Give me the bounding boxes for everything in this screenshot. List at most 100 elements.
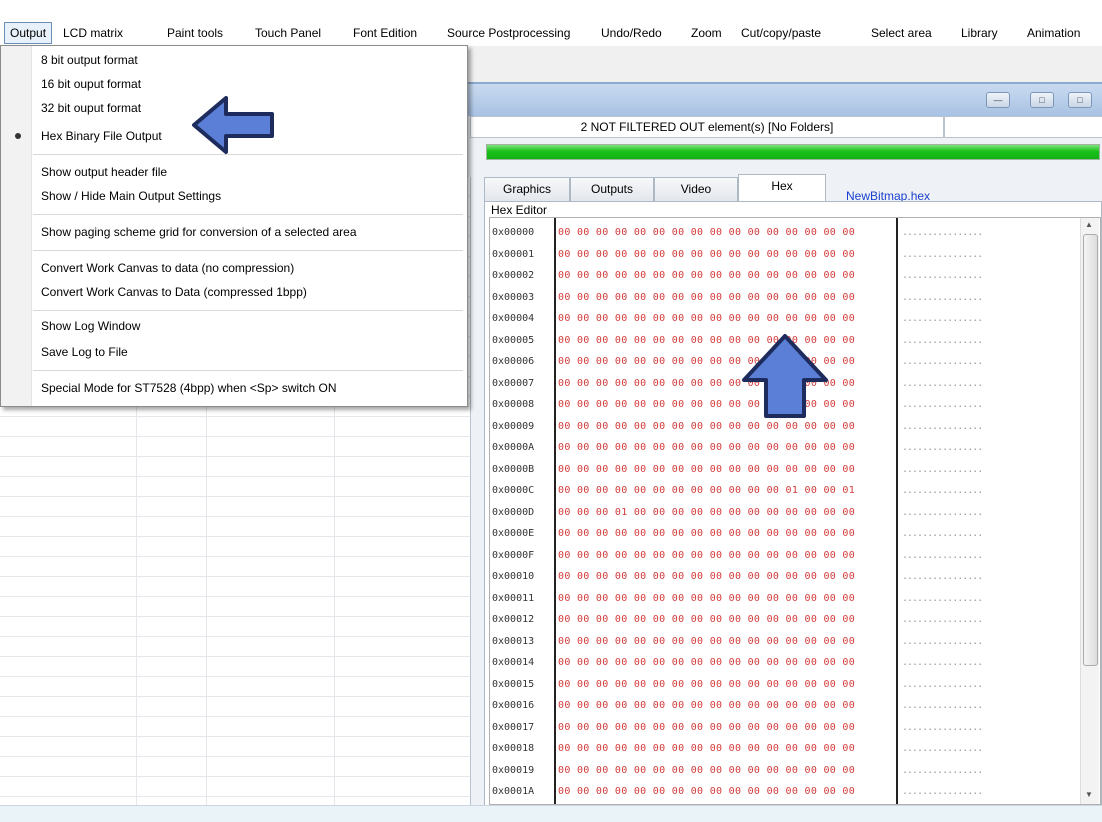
- hex-bytes[interactable]: 00 00 00 00 00 00 00 00 00 00 00 00 00 0…: [558, 738, 855, 759]
- hex-address: 0x00004: [492, 313, 535, 324]
- hex-ascii: ................: [902, 248, 983, 260]
- menu-select-area[interactable]: Select area: [866, 23, 937, 43]
- menu-font-edition[interactable]: Font Edition: [348, 23, 422, 43]
- menu-zoom[interactable]: Zoom: [686, 23, 727, 43]
- hex-bytes[interactable]: 00 00 00 00 00 00 00 00 00 00 00 00 00 0…: [558, 588, 855, 609]
- hex-bytes[interactable]: 00 00 00 00 00 00 00 00 00 00 00 00 00 0…: [558, 459, 855, 480]
- hex-ascii: ................: [902, 678, 983, 690]
- tab-hex[interactable]: Hex: [738, 174, 826, 202]
- hex-scrollbar[interactable]: ▲ ▼: [1080, 218, 1099, 804]
- status-bar: [0, 805, 1102, 822]
- hex-bytes[interactable]: 00 00 00 00 00 00 00 00 00 00 00 00 00 0…: [558, 308, 855, 329]
- minimize-icon[interactable]: —: [986, 92, 1010, 108]
- hex-ascii: ................: [902, 786, 983, 797]
- hex-panel: Hex Editor 0x00000 00 00 00 00 00 00 00 0…: [484, 201, 1102, 806]
- hex-ascii: ................: [902, 356, 983, 367]
- menu-output[interactable]: Output: [4, 22, 53, 44]
- menu-lcd-matrix[interactable]: LCD matrix: [58, 23, 128, 43]
- menu-undo-redo[interactable]: Undo/Redo: [596, 23, 667, 43]
- hex-ascii: ................: [902, 700, 983, 711]
- hex-bytes[interactable]: 00 00 00 00 00 00 00 00 00 00 00 00 00 0…: [558, 265, 855, 286]
- hex-address: 0x00006: [492, 356, 535, 367]
- tab-graphics[interactable]: Graphics: [484, 177, 570, 201]
- hex-bytes[interactable]: 00 00 00 00 00 00 00 00 00 00 00 00 00 0…: [558, 287, 855, 308]
- hex-bytes[interactable]: 00 00 00 00 00 00 00 00 00 00 00 00 01 0…: [558, 480, 855, 501]
- tab-outputs[interactable]: Outputs: [570, 177, 654, 201]
- up-arrow-annotation-icon: [742, 334, 828, 418]
- hex-address: 0x00007: [492, 377, 535, 389]
- menu-item-paging-grid[interactable]: Show paging scheme grid for conversion o…: [41, 222, 357, 242]
- hex-bytes[interactable]: 00 00 00 00 00 00 00 00 00 00 00 00 00 0…: [558, 566, 855, 587]
- hex-bytes[interactable]: 00 00 00 01 00 00 00 00 00 00 00 00 00 0…: [558, 502, 855, 523]
- hex-address: 0x0000E: [492, 528, 535, 539]
- hex-bytes[interactable]: 00 00 00 00 00 00 00 00 00 00 00 00 00 0…: [558, 781, 855, 802]
- hex-bytes[interactable]: 00 00 00 00 00 00 00 00 00 00 00 00 00 0…: [558, 545, 855, 566]
- hex-address: 0x00001: [492, 248, 535, 260]
- scrollbar-thumb[interactable]: [1083, 234, 1098, 666]
- hex-bytes[interactable]: 00 00 00 00 00 00 00 00 00 00 00 00 00 0…: [558, 695, 855, 716]
- hex-ascii: ................: [902, 420, 983, 432]
- menu-separator: [33, 214, 463, 215]
- menu-item-show-log[interactable]: Show Log Window: [41, 316, 140, 336]
- menu-item-hex-binary[interactable]: Hex Binary File Output: [41, 126, 162, 146]
- hex-bytes[interactable]: 00 00 00 00 00 00 00 00 00 00 00 00 00 0…: [558, 760, 855, 781]
- menu-source-postprocessing[interactable]: Source Postprocessing: [442, 23, 575, 43]
- hex-address: 0x00012: [492, 614, 535, 625]
- hex-editor[interactable]: 0x00000 00 00 00 00 00 00 00 00 00 00 00 …: [489, 217, 1101, 805]
- menu-separator: [33, 370, 463, 371]
- hex-address: 0x00003: [492, 291, 535, 303]
- menu-item-show-header[interactable]: Show output header file: [41, 162, 167, 182]
- hex-address: 0x00017: [492, 721, 535, 733]
- close-icon[interactable]: □: [1068, 92, 1092, 108]
- scroll-down-icon[interactable]: ▼: [1085, 790, 1093, 799]
- hex-ascii: ................: [902, 764, 983, 776]
- menu-item-16bit[interactable]: 16 bit ouput format: [41, 74, 141, 94]
- hex-bytes[interactable]: 00 00 00 00 00 00 00 00 00 00 00 00 00 0…: [558, 609, 855, 630]
- hex-bytes[interactable]: 00 00 00 00 00 00 00 00 00 00 00 00 00 0…: [558, 631, 855, 652]
- hex-bytes[interactable]: 00 00 00 00 00 00 00 00 00 00 00 00 00 0…: [558, 717, 855, 738]
- hex-ascii: ................: [902, 528, 983, 539]
- menu-animation[interactable]: Animation: [1022, 23, 1085, 43]
- hex-bytes[interactable]: 00 00 00 00 00 00 00 00 00 00 00 00 00 0…: [558, 523, 855, 544]
- hex-ascii: ................: [902, 377, 983, 389]
- hex-ascii: ................: [902, 399, 983, 410]
- menu-icon-column: [1, 46, 32, 406]
- hex-ascii: ................: [902, 506, 983, 518]
- hex-ascii: ................: [902, 721, 983, 733]
- menu-cut-copy-paste[interactable]: Cut/copy/paste: [736, 23, 826, 43]
- hex-address: 0x0000B: [492, 463, 535, 475]
- hex-bytes[interactable]: 00 00 00 00 00 00 00 00 00 00 00 00 00 0…: [558, 652, 855, 673]
- hex-address: 0x0000C: [492, 485, 535, 496]
- hex-address: 0x0000D: [492, 506, 535, 518]
- hex-address: 0x00000: [492, 227, 535, 238]
- hex-address: 0x00015: [492, 678, 535, 690]
- menu-item-toggle-settings[interactable]: Show / Hide Main Output Settings: [41, 186, 221, 206]
- scroll-up-icon[interactable]: ▲: [1085, 220, 1093, 229]
- hex-bytes[interactable]: 00 00 00 00 00 00 00 00 00 00 00 00 00 0…: [558, 222, 855, 243]
- progress-bar: [486, 144, 1100, 160]
- left-arrow-annotation-icon: [192, 96, 274, 154]
- hex-ascii: ................: [902, 549, 983, 561]
- menu-item-save-log[interactable]: Save Log to File: [41, 342, 128, 362]
- tab-video[interactable]: Video: [654, 177, 738, 201]
- menu-library[interactable]: Library: [956, 23, 1003, 43]
- menu-item-32bit[interactable]: 32 bit ouput format: [41, 98, 141, 118]
- hex-ascii: ................: [902, 227, 983, 238]
- hex-ascii: ................: [902, 614, 983, 625]
- hex-address: 0x00008: [492, 399, 535, 410]
- menu-item-convert-uncompressed[interactable]: Convert Work Canvas to data (no compress…: [41, 258, 294, 278]
- hex-address: 0x0000F: [492, 549, 535, 561]
- hex-bytes[interactable]: 00 00 00 00 00 00 00 00 00 00 00 00 00 0…: [558, 437, 855, 458]
- menu-paint-tools[interactable]: Paint tools: [162, 23, 228, 43]
- hex-ascii: ................: [902, 592, 983, 604]
- hex-ascii: ................: [902, 313, 983, 324]
- hex-ascii: ................: [902, 635, 983, 647]
- hex-address: 0x0000A: [492, 442, 535, 453]
- restore-icon[interactable]: □: [1030, 92, 1054, 108]
- menu-item-8bit[interactable]: 8 bit output format: [41, 50, 138, 70]
- hex-bytes[interactable]: 00 00 00 00 00 00 00 00 00 00 00 00 00 0…: [558, 244, 855, 265]
- menu-item-convert-compressed[interactable]: Convert Work Canvas to Data (compressed …: [41, 282, 307, 302]
- menu-touch-panel[interactable]: Touch Panel: [250, 23, 326, 43]
- menu-item-st7528-mode[interactable]: Special Mode for ST7528 (4bpp) when <Sp>…: [41, 378, 337, 398]
- hex-bytes[interactable]: 00 00 00 00 00 00 00 00 00 00 00 00 00 0…: [558, 674, 855, 695]
